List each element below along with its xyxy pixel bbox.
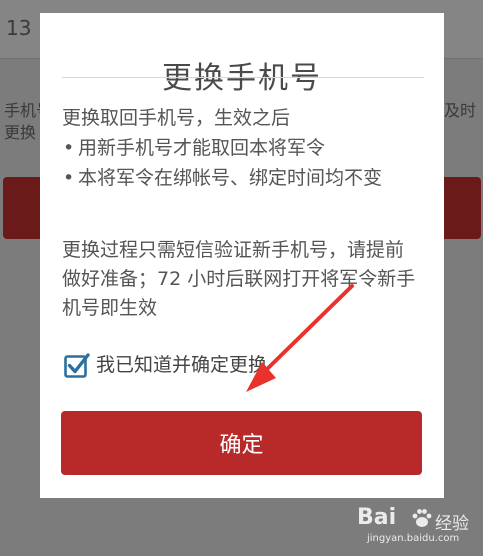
- confirm-button[interactable]: 确定: [61, 411, 422, 475]
- dialog-title: 更换手机号: [162, 61, 322, 96]
- watermark-url: jingyan.baidu.com: [367, 533, 460, 544]
- process-text: 更换过程只需短信验证新手机号，请提前做好准备；72 小时后联网打开将军令新手机号…: [62, 239, 416, 319]
- confirm-checkbox-row[interactable]: 我已知道并确定更换: [64, 349, 404, 379]
- checkbox-checked-icon[interactable]: [64, 352, 90, 378]
- phone-number-value: 13: [6, 16, 32, 40]
- baidu-paw-icon: [412, 509, 432, 527]
- list-item: • 本将军令在绑帐号、绑定时间均不变: [62, 163, 422, 193]
- baidu-watermark: Bai 经验 jingyan.baidu.com: [357, 505, 477, 551]
- list-item-text: 用新手机号才能取回本将军令: [78, 137, 326, 159]
- effects-list: • 用新手机号才能取回本将军令 • 本将军令在绑帐号、绑定时间均不变: [62, 133, 422, 193]
- list-item: • 用新手机号才能取回本将军令: [62, 133, 422, 163]
- background-hint-right: 及时: [444, 100, 483, 122]
- bullet-dot: •: [63, 167, 75, 189]
- background-hint-left-text: 手机号 更换: [4, 101, 40, 142]
- title-divider: [62, 77, 424, 78]
- background-hint-left: 手机号 更换: [4, 100, 40, 144]
- watermark-cn: 经验: [435, 514, 469, 534]
- background-hint-right-text: 及时: [444, 101, 477, 120]
- confirm-label[interactable]: 我已知道并确定更换: [96, 351, 267, 379]
- watermark-brand: Bai: [357, 505, 397, 530]
- intro-text: 更换取回手机号，生效之后: [62, 107, 291, 129]
- bullet-dot: •: [63, 137, 75, 159]
- change-phone-dialog: 更换手机号 更换取回手机号，生效之后 • 用新手机号才能取回本将军令 • 本将军…: [40, 13, 444, 498]
- list-item-text: 本将军令在绑帐号、绑定时间均不变: [78, 167, 383, 189]
